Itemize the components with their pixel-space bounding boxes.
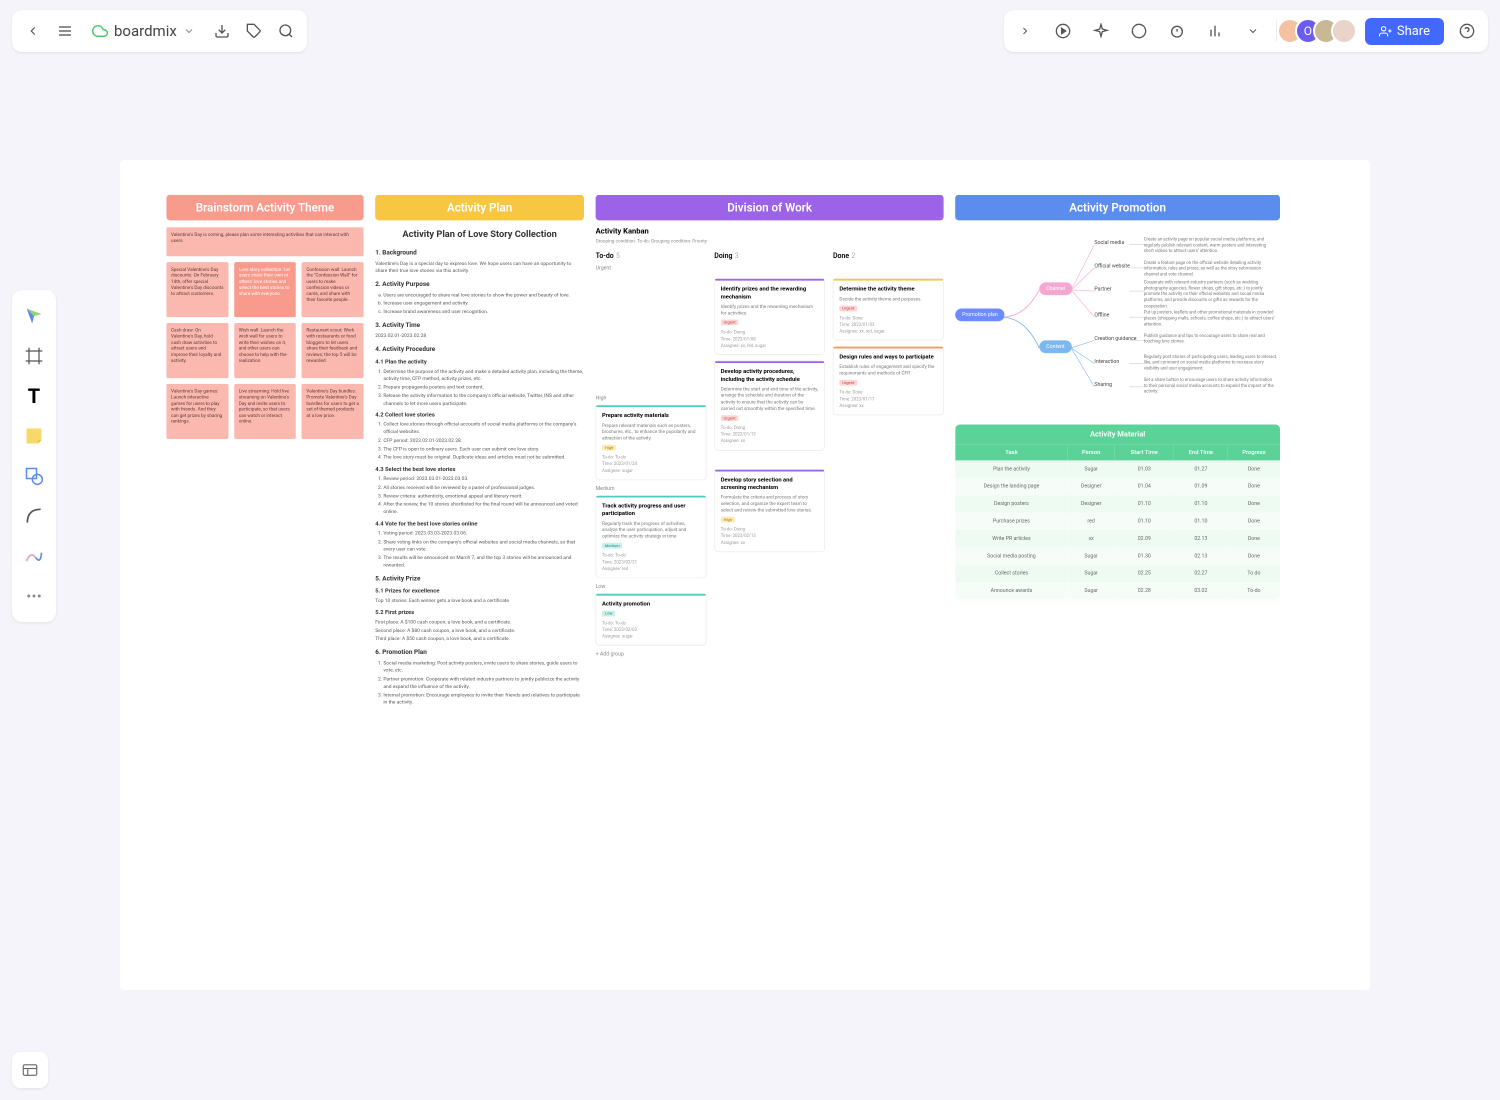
timer-button[interactable] (1162, 16, 1192, 46)
table-row[interactable]: Social media postingSugar01.3002.13Done (955, 547, 1280, 564)
mind-node[interactable]: Channel (1039, 282, 1072, 295)
plan-document[interactable]: Activity Plan of Love Story Collection 1… (375, 227, 584, 706)
sticky-note[interactable]: Cash draw: On Valentine's Day, hold cash… (166, 323, 228, 378)
chart-button[interactable] (1200, 16, 1230, 46)
mind-leaf[interactable]: Social media (1094, 240, 1124, 246)
sparkle-button[interactable] (1086, 16, 1116, 46)
kanban-subtitle: Grouping condition: To-do; Grouping cond… (596, 238, 944, 243)
tag-button[interactable] (239, 16, 269, 46)
share-label: Share (1397, 24, 1430, 39)
connector-tool[interactable] (16, 498, 52, 534)
kanban-column-doing: Doing3 Identify prizes and the rewarding… (714, 252, 825, 658)
mind-leaf[interactable]: Creation guidance (1094, 336, 1136, 342)
kanban-card[interactable]: Develop activity procedures, including t… (714, 361, 825, 451)
add-group[interactable]: + Add group (596, 651, 707, 657)
topbar-left: boardmix (12, 10, 307, 52)
sticky-note[interactable]: Valentine's Day bundles: Promote Valenti… (302, 384, 364, 439)
left-toolbar: T (12, 290, 56, 622)
sticky-tool[interactable] (16, 418, 52, 454)
sticky-note[interactable]: Special Valentine's Day discounts: On Fe… (166, 262, 228, 317)
cloud-icon (92, 23, 108, 39)
sticky-note[interactable]: Valentine's Day games: Launch interactiv… (166, 384, 228, 439)
share-icon (1379, 25, 1392, 38)
brand-name: boardmix (114, 22, 177, 40)
brand[interactable]: boardmix (92, 22, 195, 40)
chevron-right-button[interactable] (1010, 16, 1040, 46)
kanban-card[interactable]: Track activity progress and user partici… (596, 495, 707, 578)
share-button[interactable]: Share (1365, 18, 1444, 45)
table-row[interactable]: Design the landing pageDesigner01.0401.0… (955, 478, 1280, 495)
table-row[interactable]: Collect storiesSugar02.2502.27To do (955, 565, 1280, 582)
sticky-note[interactable]: Valentine's Day is coming, please plan s… (166, 227, 363, 256)
select-tool[interactable] (16, 298, 52, 334)
material-table[interactable]: Activity Material TaskPersonStart TimeEn… (955, 424, 1280, 599)
table-row[interactable]: Plan the activitySugar01.0301.27Done (955, 460, 1280, 477)
table-row[interactable]: Design postersDesigner01.1001.10Done (955, 495, 1280, 512)
kanban-card[interactable]: Determine the activity themeDecide the a… (833, 278, 944, 340)
play-button[interactable] (1048, 16, 1078, 46)
avatars[interactable]: O (1285, 18, 1357, 44)
section-header: Division of Work (596, 195, 944, 221)
mind-leaf[interactable]: Offline (1094, 313, 1109, 319)
mind-root[interactable]: Promotion plan (955, 308, 1005, 321)
doc-title: Activity Plan of Love Story Collection (375, 227, 584, 241)
plan-section: Activity Plan Activity Plan of Love Stor… (375, 195, 584, 708)
sticky-note[interactable]: Restaurant scout: Work with restaurants … (302, 323, 364, 378)
sticky-note[interactable]: Confession wall: Launch the "Confession … (302, 262, 364, 317)
topbar-right: O Share (1004, 10, 1488, 52)
shape-tool[interactable] (16, 458, 52, 494)
section-header: Activity Promotion (955, 195, 1280, 221)
text-tool[interactable]: T (16, 378, 52, 414)
table-row[interactable]: Write PR articlesxx02.0902.13Done (955, 530, 1280, 547)
brainstorm-section: Brainstorm Activity Theme Valentine's Da… (166, 195, 363, 439)
download-button[interactable] (207, 16, 237, 46)
table-row[interactable]: Announce awardsSugar02.2803.02To-do (955, 582, 1280, 599)
help-button[interactable] (1452, 16, 1482, 46)
promotion-section: Activity Promotion Promotion plan Channe… (955, 195, 1280, 600)
more-button[interactable] (1238, 16, 1268, 46)
sticky-note[interactable]: Wish wall: Launch the wish wall for user… (234, 323, 296, 378)
mind-node[interactable]: Content (1039, 340, 1071, 353)
layers-button[interactable] (12, 1052, 48, 1088)
pen-tool[interactable] (16, 538, 52, 574)
mindmap[interactable]: Promotion plan Channel Content Social me… (955, 227, 1280, 413)
section-header: Activity Plan (375, 195, 584, 221)
kanban-title: Activity Kanban (596, 227, 944, 236)
kanban-card[interactable]: Design rules and ways to participateEsta… (833, 346, 944, 415)
sticky-note[interactable]: Live streaming: Hold live streaming on V… (234, 384, 296, 439)
kanban-column-done: Done2 Determine the activity themeDecide… (833, 252, 944, 658)
sticky-note[interactable]: Love story collection: Let users share t… (234, 262, 296, 317)
frame-tool[interactable] (16, 338, 52, 374)
table-title: Activity Material (955, 424, 1280, 444)
table-row[interactable]: Purchase prizesred01.1001.10Done (955, 513, 1280, 530)
section-header: Brainstorm Activity Theme (166, 195, 363, 221)
search-button[interactable] (271, 16, 301, 46)
comment-button[interactable] (1124, 16, 1154, 46)
mind-leaf[interactable]: Partner (1094, 286, 1111, 292)
kanban-card[interactable]: Activity promotionLowTo-do: To-doTime: 2… (596, 593, 707, 645)
kanban-card[interactable]: Prepare activity materialsPrepare releva… (596, 405, 707, 480)
avatar[interactable] (1331, 18, 1357, 44)
mind-leaf[interactable]: Official website (1094, 263, 1130, 269)
menu-button[interactable] (50, 16, 80, 46)
mind-leaf[interactable]: Interaction (1094, 359, 1119, 365)
chevron-down-icon (183, 25, 195, 37)
back-button[interactable] (18, 16, 48, 46)
kanban-column-todo: To-do5 Urgent High Prepare activity mate… (596, 252, 707, 658)
more-tools[interactable] (16, 578, 52, 614)
canvas[interactable]: Brainstorm Activity Theme Valentine's Da… (120, 160, 1370, 990)
mind-leaf[interactable]: Sharing (1094, 382, 1112, 388)
kanban-card[interactable]: Develop story selection and screening me… (714, 469, 825, 552)
kanban-section: Division of Work Activity Kanban Groupin… (596, 195, 944, 657)
kanban-card[interactable]: Identify prizes and the rewarding mechan… (714, 278, 825, 355)
